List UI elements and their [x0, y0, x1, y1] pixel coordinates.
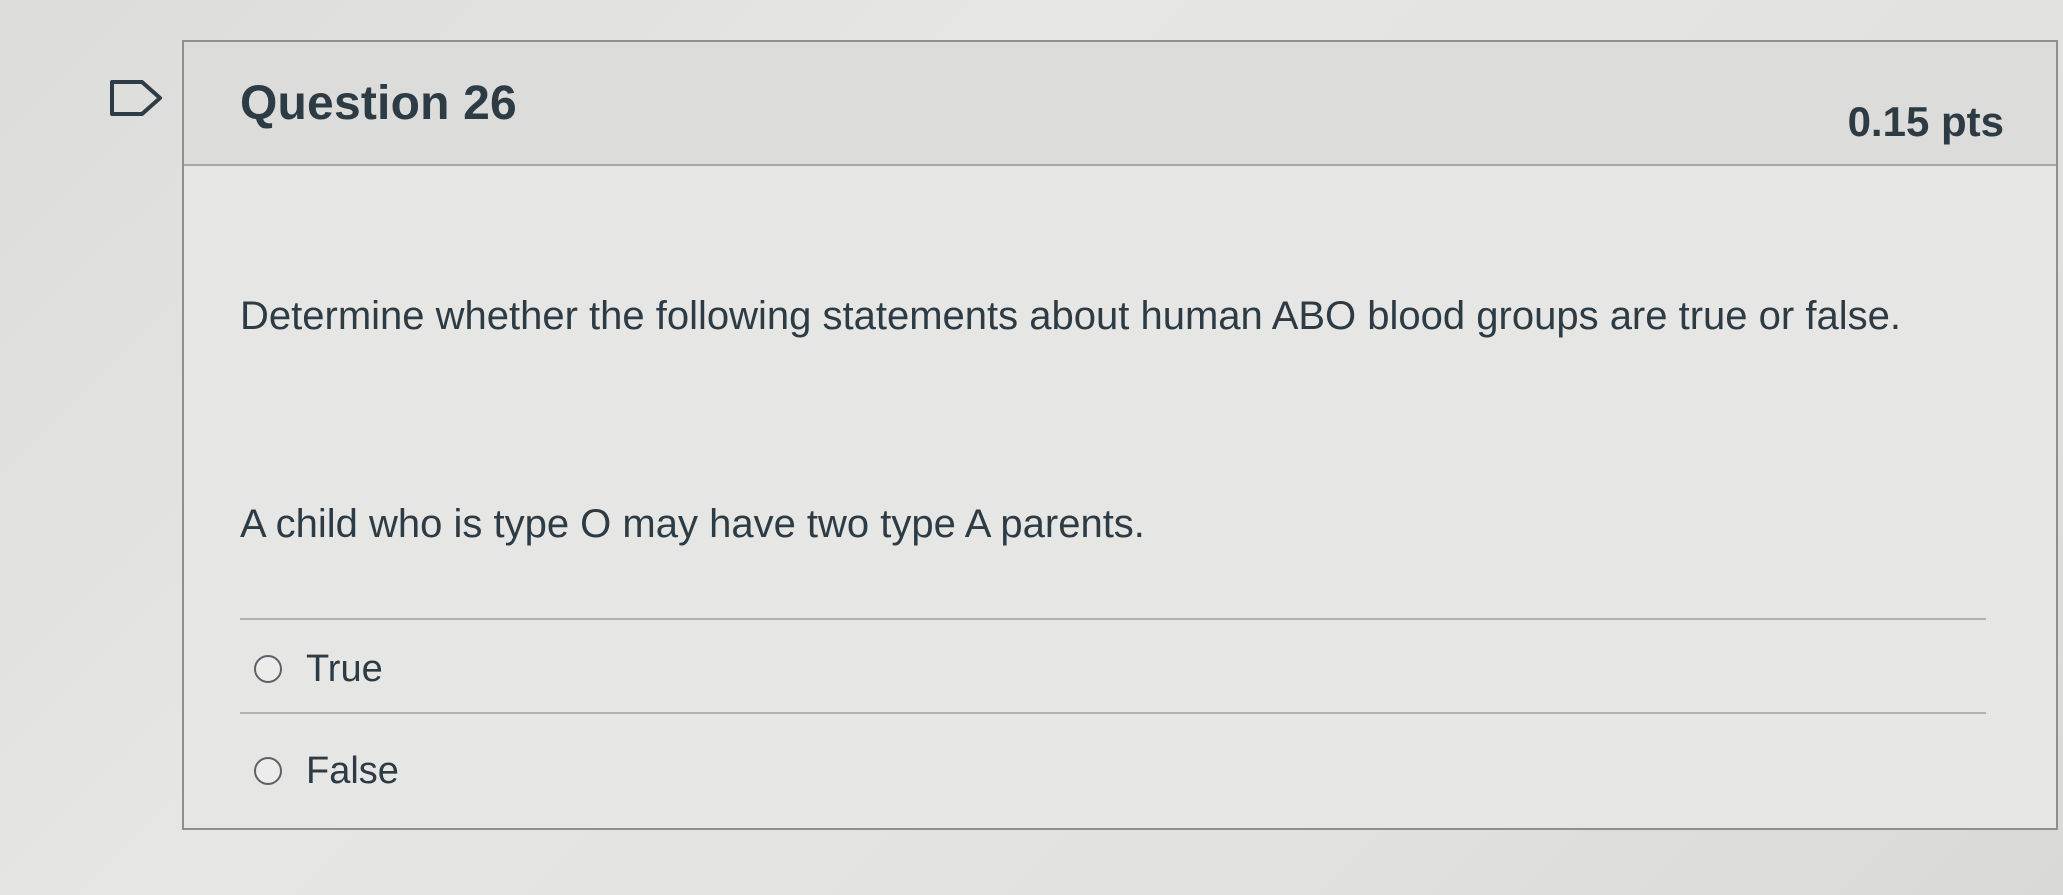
question-header: Question 26 0.15 pts [184, 42, 2056, 166]
flag-question-icon[interactable] [108, 78, 164, 118]
question-body: Determine whether the following statemen… [240, 164, 2004, 828]
radio-button-false[interactable] [254, 757, 282, 785]
question-statement: A child who is type O may have two type … [240, 502, 1145, 546]
answer-label-true: True [306, 647, 383, 690]
question-points: 0.15 pts [1847, 98, 2004, 145]
answer-option-true[interactable]: True [254, 644, 383, 694]
question-title: Question 26 [240, 77, 517, 130]
answer-divider [240, 712, 1986, 714]
answer-divider [240, 618, 1986, 620]
answer-option-false[interactable]: False [254, 746, 399, 796]
question-card: Question 26 0.15 pts Determine whether t… [182, 40, 2058, 830]
radio-button-true[interactable] [254, 655, 282, 683]
answer-label-false: False [306, 749, 399, 792]
question-prompt: Determine whether the following statemen… [240, 294, 1901, 338]
